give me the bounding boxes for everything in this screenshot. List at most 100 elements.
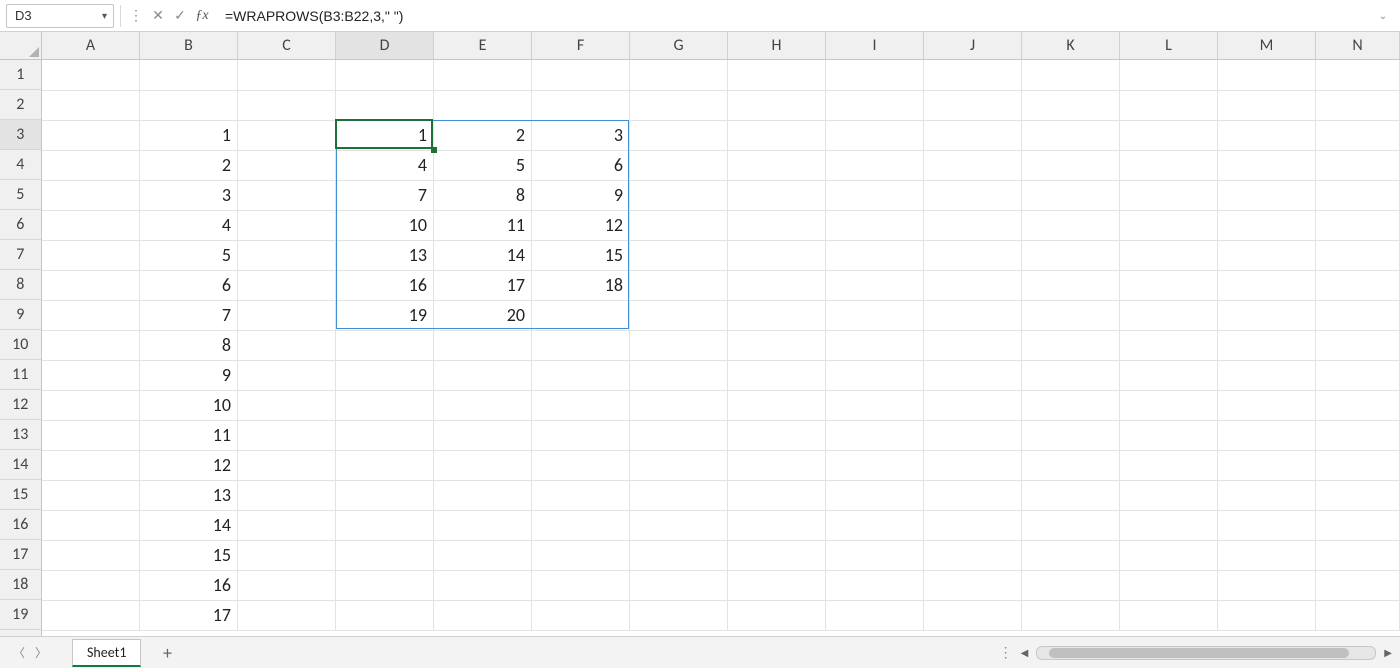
cell[interactable] (532, 510, 630, 540)
cell[interactable] (1218, 510, 1316, 540)
cell[interactable] (238, 60, 336, 90)
cell[interactable] (532, 360, 630, 390)
cell[interactable] (42, 180, 140, 210)
cell[interactable] (630, 600, 728, 630)
row-header[interactable]: 5 (0, 180, 41, 210)
cell[interactable] (238, 210, 336, 240)
cell[interactable] (826, 510, 924, 540)
enter-icon[interactable]: ✓ (169, 5, 191, 27)
cell[interactable] (1022, 240, 1120, 270)
cell[interactable] (1022, 150, 1120, 180)
cell[interactable] (728, 450, 826, 480)
cell[interactable] (826, 540, 924, 570)
cell[interactable] (238, 570, 336, 600)
cell[interactable] (826, 360, 924, 390)
cell[interactable] (924, 120, 1022, 150)
cell[interactable] (42, 360, 140, 390)
cell[interactable] (630, 180, 728, 210)
cell[interactable] (1120, 510, 1218, 540)
cell[interactable] (1120, 60, 1218, 90)
cell[interactable] (728, 480, 826, 510)
cell[interactable] (1316, 120, 1400, 150)
cell[interactable] (1316, 180, 1400, 210)
cell[interactable] (728, 390, 826, 420)
scroll-right-icon[interactable]: ▶ (1384, 646, 1392, 659)
cell[interactable] (1218, 120, 1316, 150)
cell[interactable] (42, 240, 140, 270)
cell[interactable] (630, 420, 728, 450)
add-sheet-button[interactable]: + (153, 639, 181, 667)
cell[interactable] (630, 270, 728, 300)
cell[interactable] (826, 420, 924, 450)
cell[interactable] (336, 540, 434, 570)
cell[interactable] (1022, 480, 1120, 510)
cell[interactable] (630, 60, 728, 90)
cell[interactable]: 6 (532, 150, 630, 180)
cell[interactable] (1120, 480, 1218, 510)
cell[interactable]: 7 (336, 180, 434, 210)
cell[interactable] (1120, 150, 1218, 180)
cell[interactable] (1218, 90, 1316, 120)
cell[interactable] (1316, 360, 1400, 390)
cell[interactable] (1316, 60, 1400, 90)
cell[interactable] (42, 90, 140, 120)
cell[interactable] (924, 480, 1022, 510)
cell[interactable] (826, 60, 924, 90)
cell[interactable] (42, 450, 140, 480)
cell[interactable] (532, 90, 630, 120)
cell[interactable] (1120, 570, 1218, 600)
cell[interactable]: 7 (140, 300, 238, 330)
cell[interactable] (434, 600, 532, 630)
next-sheet-button[interactable]: 〉 (30, 642, 52, 664)
row-header[interactable]: 9 (0, 300, 41, 330)
formula-input[interactable] (223, 7, 1372, 25)
cell[interactable] (1120, 300, 1218, 330)
cell[interactable]: 18 (532, 270, 630, 300)
cell[interactable] (1316, 330, 1400, 360)
cell[interactable] (1022, 540, 1120, 570)
cell[interactable] (1022, 570, 1120, 600)
cell[interactable] (826, 270, 924, 300)
cell[interactable]: 20 (434, 300, 532, 330)
cell[interactable] (140, 60, 238, 90)
cell[interactable] (630, 450, 728, 480)
cell[interactable] (1316, 210, 1400, 240)
cell[interactable] (924, 510, 1022, 540)
cell[interactable] (1120, 120, 1218, 150)
column-header[interactable]: D (336, 32, 434, 59)
cell[interactable]: 10 (140, 390, 238, 420)
cell[interactable] (630, 390, 728, 420)
cell[interactable] (924, 180, 1022, 210)
cell[interactable] (238, 510, 336, 540)
cell[interactable]: 11 (140, 420, 238, 450)
cell[interactable]: 13 (140, 480, 238, 510)
cell[interactable] (630, 510, 728, 540)
cell[interactable] (826, 120, 924, 150)
cell[interactable] (532, 450, 630, 480)
row-header[interactable]: 2 (0, 90, 41, 120)
row-header[interactable]: 17 (0, 540, 41, 570)
cell[interactable] (924, 270, 1022, 300)
cell[interactable] (42, 270, 140, 300)
name-box[interactable]: ▾ (6, 4, 114, 28)
cell[interactable] (1316, 240, 1400, 270)
cell[interactable] (826, 90, 924, 120)
cell[interactable] (728, 180, 826, 210)
cell[interactable] (42, 420, 140, 450)
cell[interactable] (924, 150, 1022, 180)
cell[interactable] (336, 60, 434, 90)
cell[interactable] (826, 150, 924, 180)
cell[interactable] (1120, 270, 1218, 300)
horizontal-scrollbar[interactable] (1036, 646, 1376, 660)
cell[interactable] (434, 90, 532, 120)
cell[interactable] (42, 120, 140, 150)
cell[interactable] (238, 150, 336, 180)
row-header[interactable]: 6 (0, 210, 41, 240)
cell[interactable]: 2 (434, 120, 532, 150)
cell[interactable] (1316, 390, 1400, 420)
cell[interactable] (1022, 510, 1120, 540)
cell[interactable] (1022, 90, 1120, 120)
cell[interactable] (924, 90, 1022, 120)
cell[interactable] (630, 90, 728, 120)
cell[interactable]: 1 (336, 120, 434, 150)
